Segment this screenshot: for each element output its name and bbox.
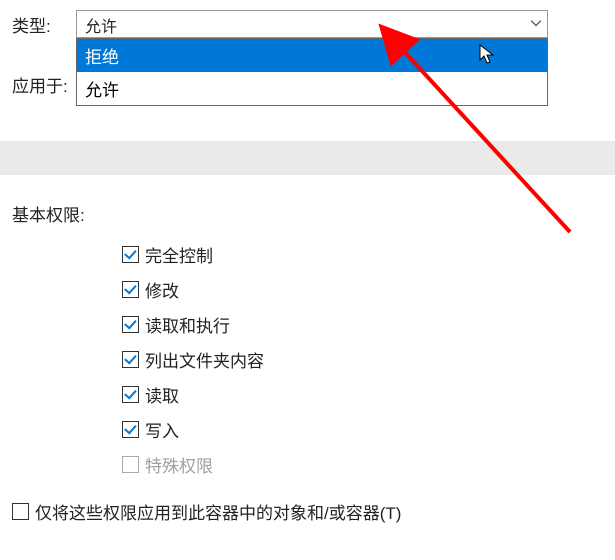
permissions-list: 完全控制 修改 读取和执行 列出文件夹内容 读取 写入 特殊权限 bbox=[122, 242, 603, 477]
type-label: 类型: bbox=[12, 12, 76, 37]
dropdown-option-deny[interactable]: 拒绝 bbox=[77, 39, 547, 72]
checkbox-icon[interactable] bbox=[122, 351, 139, 368]
type-dropdown[interactable]: 允许 bbox=[76, 10, 548, 38]
chevron-down-icon bbox=[531, 19, 541, 30]
perm-label: 读取和执行 bbox=[145, 312, 230, 337]
type-dropdown-list: 拒绝 允许 bbox=[76, 38, 548, 106]
perm-item-read-execute[interactable]: 读取和执行 bbox=[122, 312, 603, 337]
perm-item-write[interactable]: 写入 bbox=[122, 417, 603, 442]
perm-item-list-folder[interactable]: 列出文件夹内容 bbox=[122, 347, 603, 372]
basic-permissions-title: 基本权限: bbox=[12, 201, 603, 226]
perm-label: 写入 bbox=[145, 417, 179, 442]
perm-item-full-control[interactable]: 完全控制 bbox=[122, 242, 603, 267]
type-dropdown-container: 允许 拒绝 允许 bbox=[76, 10, 548, 38]
perm-item-special: 特殊权限 bbox=[122, 452, 603, 477]
checkbox-icon bbox=[122, 456, 139, 473]
perm-label: 特殊权限 bbox=[145, 452, 213, 477]
checkbox-icon[interactable] bbox=[122, 246, 139, 263]
apply-only-label: 仅将这些权限应用到此容器中的对象和/或容器(T) bbox=[35, 499, 401, 524]
permissions-section: 基本权限: 完全控制 修改 读取和执行 列出文件夹内容 读取 写入 bbox=[0, 175, 615, 477]
checkbox-icon[interactable] bbox=[12, 503, 29, 520]
checkbox-icon[interactable] bbox=[122, 281, 139, 298]
dropdown-option-label: 允许 bbox=[85, 81, 119, 100]
checkbox-icon[interactable] bbox=[122, 316, 139, 333]
type-row: 类型: 允许 拒绝 允许 bbox=[12, 10, 603, 38]
perm-label: 完全控制 bbox=[145, 242, 213, 267]
dropdown-option-label: 拒绝 bbox=[85, 48, 119, 67]
perm-label: 列出文件夹内容 bbox=[145, 347, 264, 372]
dropdown-option-allow[interactable]: 允许 bbox=[77, 72, 547, 105]
perm-label: 读取 bbox=[145, 382, 179, 407]
perm-item-modify[interactable]: 修改 bbox=[122, 277, 603, 302]
type-dropdown-selected: 允许 bbox=[85, 19, 117, 36]
perm-label: 修改 bbox=[145, 277, 179, 302]
cursor-icon bbox=[479, 44, 497, 71]
apply-only-checkbox-row[interactable]: 仅将这些权限应用到此容器中的对象和/或容器(T) bbox=[12, 499, 615, 524]
checkbox-icon[interactable] bbox=[122, 421, 139, 438]
checkbox-icon[interactable] bbox=[122, 386, 139, 403]
applies-to-label: 应用于: bbox=[12, 72, 76, 97]
perm-item-read[interactable]: 读取 bbox=[122, 382, 603, 407]
top-form-section: 类型: 允许 拒绝 允许 bbox=[0, 0, 615, 97]
divider-band bbox=[0, 141, 615, 175]
